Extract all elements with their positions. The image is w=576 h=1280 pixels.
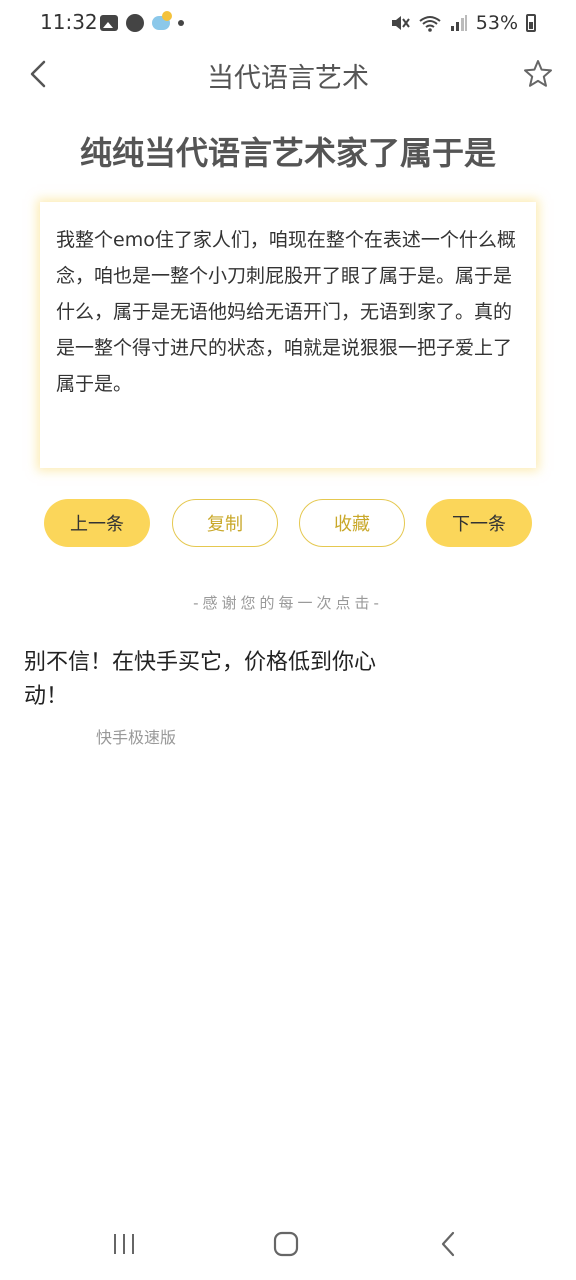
- content-card: 我整个emo住了家人们，咱现在整个在表述一个什么概念，咱也是一整个小刀刺屁股开了…: [40, 202, 536, 468]
- system-back-button[interactable]: [428, 1226, 468, 1262]
- article-headline: 纯纯当代语言艺术家了属于是: [79, 134, 496, 172]
- status-bar: 11:32 53%: [0, 0, 576, 48]
- weather-icon: [152, 11, 172, 30]
- status-time: 11:32: [40, 10, 98, 34]
- next-button[interactable]: 下一条: [426, 499, 532, 547]
- home-icon: [273, 1231, 299, 1257]
- page-title: 当代语言艺术: [207, 63, 369, 94]
- app-header: 当代语言艺术: [0, 48, 576, 100]
- dot-icon: [178, 20, 184, 26]
- thanks-text: -感谢您的每一次点击-: [193, 594, 383, 612]
- star-outline-icon: [524, 60, 552, 87]
- signal-icon: [450, 15, 467, 31]
- recent-apps-button[interactable]: [104, 1226, 144, 1262]
- recent-apps-icon: [114, 1234, 134, 1254]
- back-icon: [441, 1231, 455, 1257]
- system-nav-bar: [0, 1210, 576, 1280]
- ad-block[interactable]: 别不信！在快手买它，价格低到你心动！ 快手极速版: [24, 646, 384, 748]
- favorite-button[interactable]: 收藏: [299, 499, 405, 547]
- article-body: 我整个emo住了家人们，咱现在整个在表述一个什么概念，咱也是一整个小刀刺屁股开了…: [56, 229, 516, 395]
- previous-button[interactable]: 上一条: [44, 499, 150, 547]
- mute-icon: [391, 16, 410, 30]
- ad-source: 快手极速版: [96, 728, 177, 747]
- favorite-star-button[interactable]: [518, 54, 558, 94]
- ad-text[interactable]: 别不信！在快手买它，价格低到你心动！: [24, 646, 384, 714]
- status-icons-right: 53%: [390, 12, 536, 34]
- action-buttons: 上一条 复制 收藏 下一条: [44, 499, 534, 549]
- gallery-icon: [100, 15, 118, 31]
- home-button[interactable]: [266, 1226, 306, 1262]
- copy-button[interactable]: 复制: [172, 499, 278, 547]
- battery-icon: [526, 14, 536, 32]
- status-icons-left: [100, 11, 184, 32]
- moon-icon: [126, 14, 144, 32]
- wifi-icon: [419, 16, 441, 32]
- battery-percentage: 53%: [475, 12, 518, 34]
